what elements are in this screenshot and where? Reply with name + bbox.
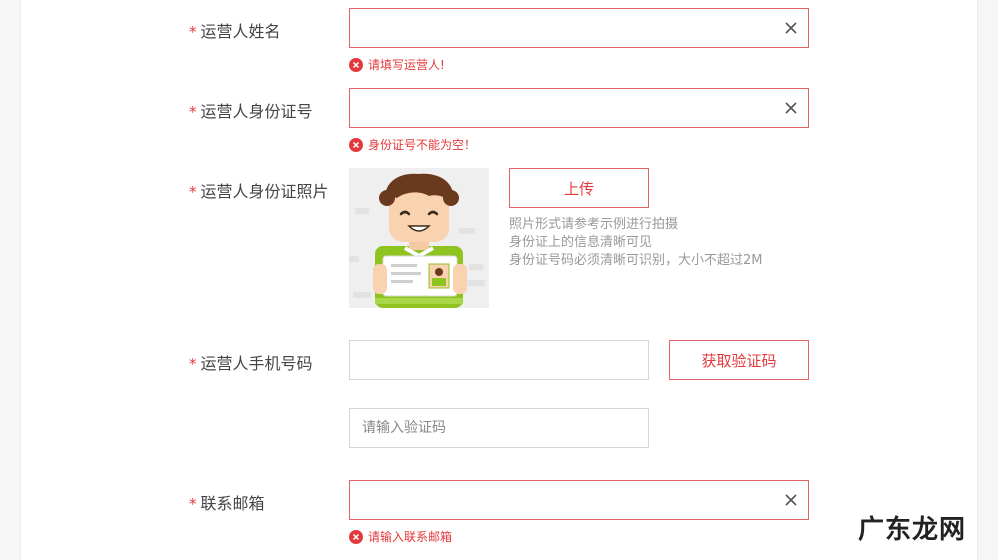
- form-panel: * 运营人姓名 请填写运营人! * 运营人身份证号 身份证号不能为空！ * 运营人身份…: [20, 0, 978, 560]
- email-label-text: 联系邮箱: [200, 494, 265, 513]
- watermark-logo: 广东龙网: [857, 515, 966, 545]
- phone-label-text: 运营人手机号码: [200, 354, 313, 373]
- hint-line: 照片形式请参考示例进行拍摄: [509, 217, 679, 232]
- name-field[interactable]: [349, 8, 809, 48]
- upload-button-label: 上传: [563, 179, 594, 198]
- email-error: 请输入联系邮箱: [349, 528, 452, 545]
- error-icon: [349, 529, 363, 544]
- email-input[interactable]: [350, 481, 808, 519]
- email-field[interactable]: [349, 480, 809, 520]
- email-label: * 联系邮箱: [189, 490, 265, 514]
- email-error-text: 请输入联系邮箱: [368, 530, 453, 544]
- clear-icon[interactable]: [782, 19, 800, 37]
- hint-line: 身份证号码必须清晰可识别，大小不超过2M: [509, 253, 763, 268]
- required-mark: *: [189, 495, 197, 513]
- upload-button[interactable]: 上传: [509, 168, 649, 208]
- required-mark: *: [189, 23, 197, 41]
- id-photo-hints: 照片形式请参考示例进行拍摄 身份证上的信息清晰可见 身份证号码必须清晰可识别，大…: [509, 216, 763, 270]
- id-photo-label: * 运营人身份证照片: [189, 178, 329, 202]
- id-photo-example: [349, 168, 489, 308]
- phone-input[interactable]: [350, 341, 648, 379]
- id-number-error-text: 身份证号不能为空！: [368, 138, 477, 152]
- name-label-text: 运营人姓名: [200, 22, 281, 41]
- phone-field[interactable]: [349, 340, 649, 380]
- id-number-label: * 运营人身份证号: [189, 98, 313, 122]
- id-number-error: 身份证号不能为空！: [349, 136, 476, 153]
- phone-label: * 运营人手机号码: [189, 350, 313, 374]
- required-mark: *: [189, 355, 197, 373]
- name-error: 请填写运营人!: [349, 56, 445, 73]
- verification-code-input[interactable]: [350, 409, 648, 447]
- error-icon: [349, 137, 363, 152]
- id-number-field[interactable]: [349, 88, 809, 128]
- required-mark: *: [189, 183, 197, 201]
- verification-code-field[interactable]: [349, 408, 649, 448]
- hint-line: 身份证上的信息清晰可见: [509, 235, 653, 250]
- name-label: * 运营人姓名: [189, 18, 281, 42]
- get-code-button[interactable]: 获取验证码: [669, 340, 809, 380]
- error-icon: [349, 57, 363, 72]
- id-number-input[interactable]: [350, 89, 808, 127]
- name-error-text: 请填写运营人!: [368, 58, 445, 72]
- clear-icon[interactable]: [782, 99, 800, 117]
- required-mark: *: [189, 103, 197, 121]
- id-number-label-text: 运营人身份证号: [200, 102, 313, 121]
- id-photo-label-text: 运营人身份证照片: [200, 182, 329, 201]
- name-input[interactable]: [350, 9, 808, 47]
- clear-icon[interactable]: [782, 491, 800, 509]
- get-code-button-label: 获取验证码: [701, 351, 777, 370]
- person-holding-id-illustration: [349, 168, 489, 308]
